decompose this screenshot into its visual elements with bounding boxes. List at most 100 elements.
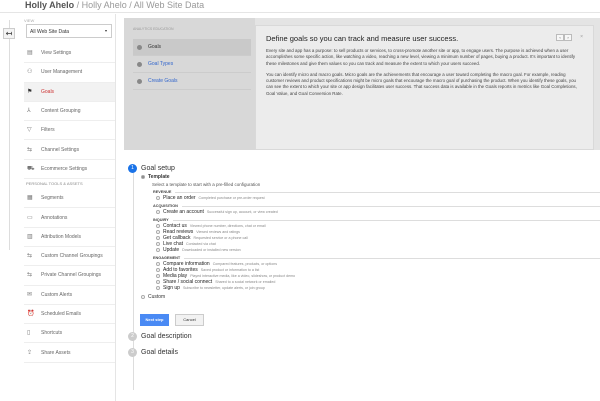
view-select[interactable]: All Web Site Data ▾	[26, 24, 112, 38]
sidebar-item-attribution-models[interactable]: ▥ Attribution Models	[24, 228, 115, 247]
step-number: 1	[128, 163, 137, 173]
category-heading: REVENUE	[153, 190, 600, 194]
template-option[interactable]: Update Downloaded or installed new versio…	[156, 247, 600, 253]
sidebar-item-label: Private Channel Groupings	[41, 272, 102, 279]
education-nav-item[interactable]: Create Goals	[133, 73, 251, 90]
sidebar-item-icon: ✉	[27, 291, 33, 298]
template-option-description: Viewed reviews and ratings	[196, 230, 240, 234]
next-button[interactable]: ›	[564, 34, 572, 41]
radio-label: Custom	[148, 294, 166, 300]
custom-radio[interactable]: Custom	[141, 294, 600, 300]
sidebar-item-label: Shortcuts	[41, 330, 63, 337]
template-option-description: Requested service or a phone call	[193, 236, 248, 240]
sidebar-item-label: Content Grouping	[41, 108, 81, 115]
education-nav: ANALYTICS EDUCATION Goals Goal Types Creat…	[124, 18, 255, 150]
radio-icon	[156, 274, 160, 278]
template-option-description: Contacted via chat	[186, 242, 216, 246]
admin-sidebar: VIEW All Web Site Data ▾ ▤ View Settings ⚇ U…	[24, 14, 116, 401]
template-option-title: Place an order	[163, 195, 196, 201]
template-option-description: Successful sign up, account, or view cre…	[206, 210, 278, 214]
radio-icon	[141, 295, 145, 299]
sidebar-item-label: View Settings	[41, 50, 72, 57]
sidebar-item-label: Share Assets	[41, 349, 71, 356]
sidebar-item-ecommerce-settings[interactable]: ⛟ Ecommerce Settings	[24, 160, 115, 180]
sidebar-item-label: Filters	[41, 127, 55, 134]
radio-icon	[156, 268, 160, 272]
sidebar-item-shortcuts[interactable]: ▯ Shortcuts	[24, 324, 115, 344]
radio-label: Template	[148, 174, 170, 180]
radio-icon	[141, 175, 145, 179]
radio-icon	[156, 196, 160, 200]
sidebar-item-view-settings[interactable]: ▤ View Settings	[24, 44, 115, 64]
sidebar-item-icon: ⛟	[27, 165, 35, 172]
education-title: Define goals so you can track and measur…	[266, 34, 459, 43]
radio-icon	[156, 230, 160, 234]
category-heading: ACQUISITION	[153, 204, 600, 208]
template-option[interactable]: Create an account Successful sign up, acc…	[156, 209, 600, 215]
radio-icon	[156, 236, 160, 240]
sidebar-item-icon: ⏰	[27, 311, 35, 317]
sidebar-item-icon: ▤	[27, 50, 33, 57]
education-nav-item[interactable]: Goal Types	[133, 56, 251, 73]
template-option-description: Subscribe to newsletter, update alerts, …	[182, 286, 265, 290]
prev-button[interactable]: ‹	[556, 34, 564, 41]
step-number: 2	[128, 331, 137, 341]
sidebar-item-annotations[interactable]: ▭ Annotations	[24, 208, 115, 228]
template-radio[interactable]: Template	[141, 174, 600, 180]
sidebar-item-label: Ecommerce Settings	[41, 165, 88, 172]
category-heading: ENGAGEMENT	[153, 256, 600, 260]
sidebar-item-icon: ▥	[27, 233, 33, 240]
sidebar-item-content-grouping[interactable]: ⅄ Content Grouping	[24, 102, 115, 122]
template-option-title: Sign up	[163, 285, 180, 291]
template-option-description: Shared to a social network or emailed	[215, 280, 276, 284]
education-nav-label: Goals	[148, 44, 162, 50]
back-button[interactable]: ↤	[3, 28, 15, 39]
sidebar-item-icon: ⚑	[27, 88, 33, 95]
play-icon	[137, 44, 142, 50]
sidebar-item-channel-settings[interactable]: ⇆ Channel Settings	[24, 140, 115, 160]
sidebar-item-custom-alerts[interactable]: ✉ Custom Alerts	[24, 286, 115, 305]
sidebar-item-share-assets[interactable]: ⇪ Share Assets	[24, 343, 115, 363]
play-icon	[137, 78, 142, 84]
step-title: Goal description	[141, 332, 192, 340]
template-option[interactable]: Place an order Completed purchase or pre-…	[156, 195, 600, 201]
sidebar-item-icon: ⚇	[27, 69, 33, 76]
sidebar-item-icon: ⇆	[27, 253, 33, 260]
template-option-title: Update	[163, 247, 180, 253]
template-option-description: Compared features, products, or options	[212, 262, 278, 266]
radio-icon	[156, 286, 160, 290]
template-option[interactable]: Sign up Subscribe to newsletter, update a…	[156, 285, 600, 291]
account-name[interactable]: Holly Ahelo	[25, 0, 74, 10]
template-description: Select a template to start with a pre-fi…	[152, 182, 261, 187]
step-goal-description[interactable]: 2 Goal description	[128, 330, 600, 342]
next-step-button[interactable]: Next step	[140, 314, 169, 326]
sidebar-item-scheduled-emails[interactable]: ⏰ Scheduled Emails	[24, 305, 115, 325]
sidebar-item-icon: ⇆	[27, 146, 33, 153]
education-nav-item[interactable]: Goals	[133, 39, 251, 56]
sidebar-item-segments[interactable]: ▦ Segments	[24, 189, 115, 209]
sidebar-item-goals[interactable]: ⚑ Goals	[24, 82, 115, 102]
sidebar-item-label: Custom Channel Groupings	[41, 253, 103, 260]
radio-icon	[156, 242, 160, 246]
step-title: Goal details	[141, 348, 178, 356]
play-icon	[137, 61, 142, 67]
sidebar-item-user-management[interactable]: ⚇ User Management	[24, 63, 115, 83]
chevron-down-icon: ▾	[104, 28, 107, 33]
education-paragraph: Every site and app has a purpose: to sel…	[266, 48, 576, 66]
step-goal-details[interactable]: 3 Goal details	[128, 346, 600, 358]
close-icon[interactable]: ×	[580, 34, 583, 40]
sidebar-item-custom-channel-groupings[interactable]: ⇆ Custom Channel Groupings	[24, 247, 115, 267]
breadcrumb-path[interactable]: / Holly Ahelo / All Web Site Data	[74, 0, 204, 10]
sidebar-item-icon: ⇆	[27, 272, 33, 279]
analytics-education-panel: ANALYTICS EDUCATION Goals Goal Types Creat…	[124, 18, 600, 150]
education-nav-label: Goal Types	[148, 61, 174, 67]
step-number: 3	[128, 347, 137, 357]
cancel-button[interactable]: Cancel	[175, 314, 204, 326]
template-option-title: Create an account	[163, 209, 204, 215]
template-option-description: Downloaded or installed new version	[182, 248, 241, 252]
step-goal-setup[interactable]: 1 Goal setup	[128, 162, 600, 174]
sidebar-item-filters[interactable]: ▽ Filters	[24, 121, 115, 141]
education-label: ANALYTICS EDUCATION	[133, 27, 174, 31]
sidebar-item-label: Goals	[41, 88, 55, 95]
sidebar-item-private-channel-groupings[interactable]: ⇆ Private Channel Groupings	[24, 266, 115, 286]
